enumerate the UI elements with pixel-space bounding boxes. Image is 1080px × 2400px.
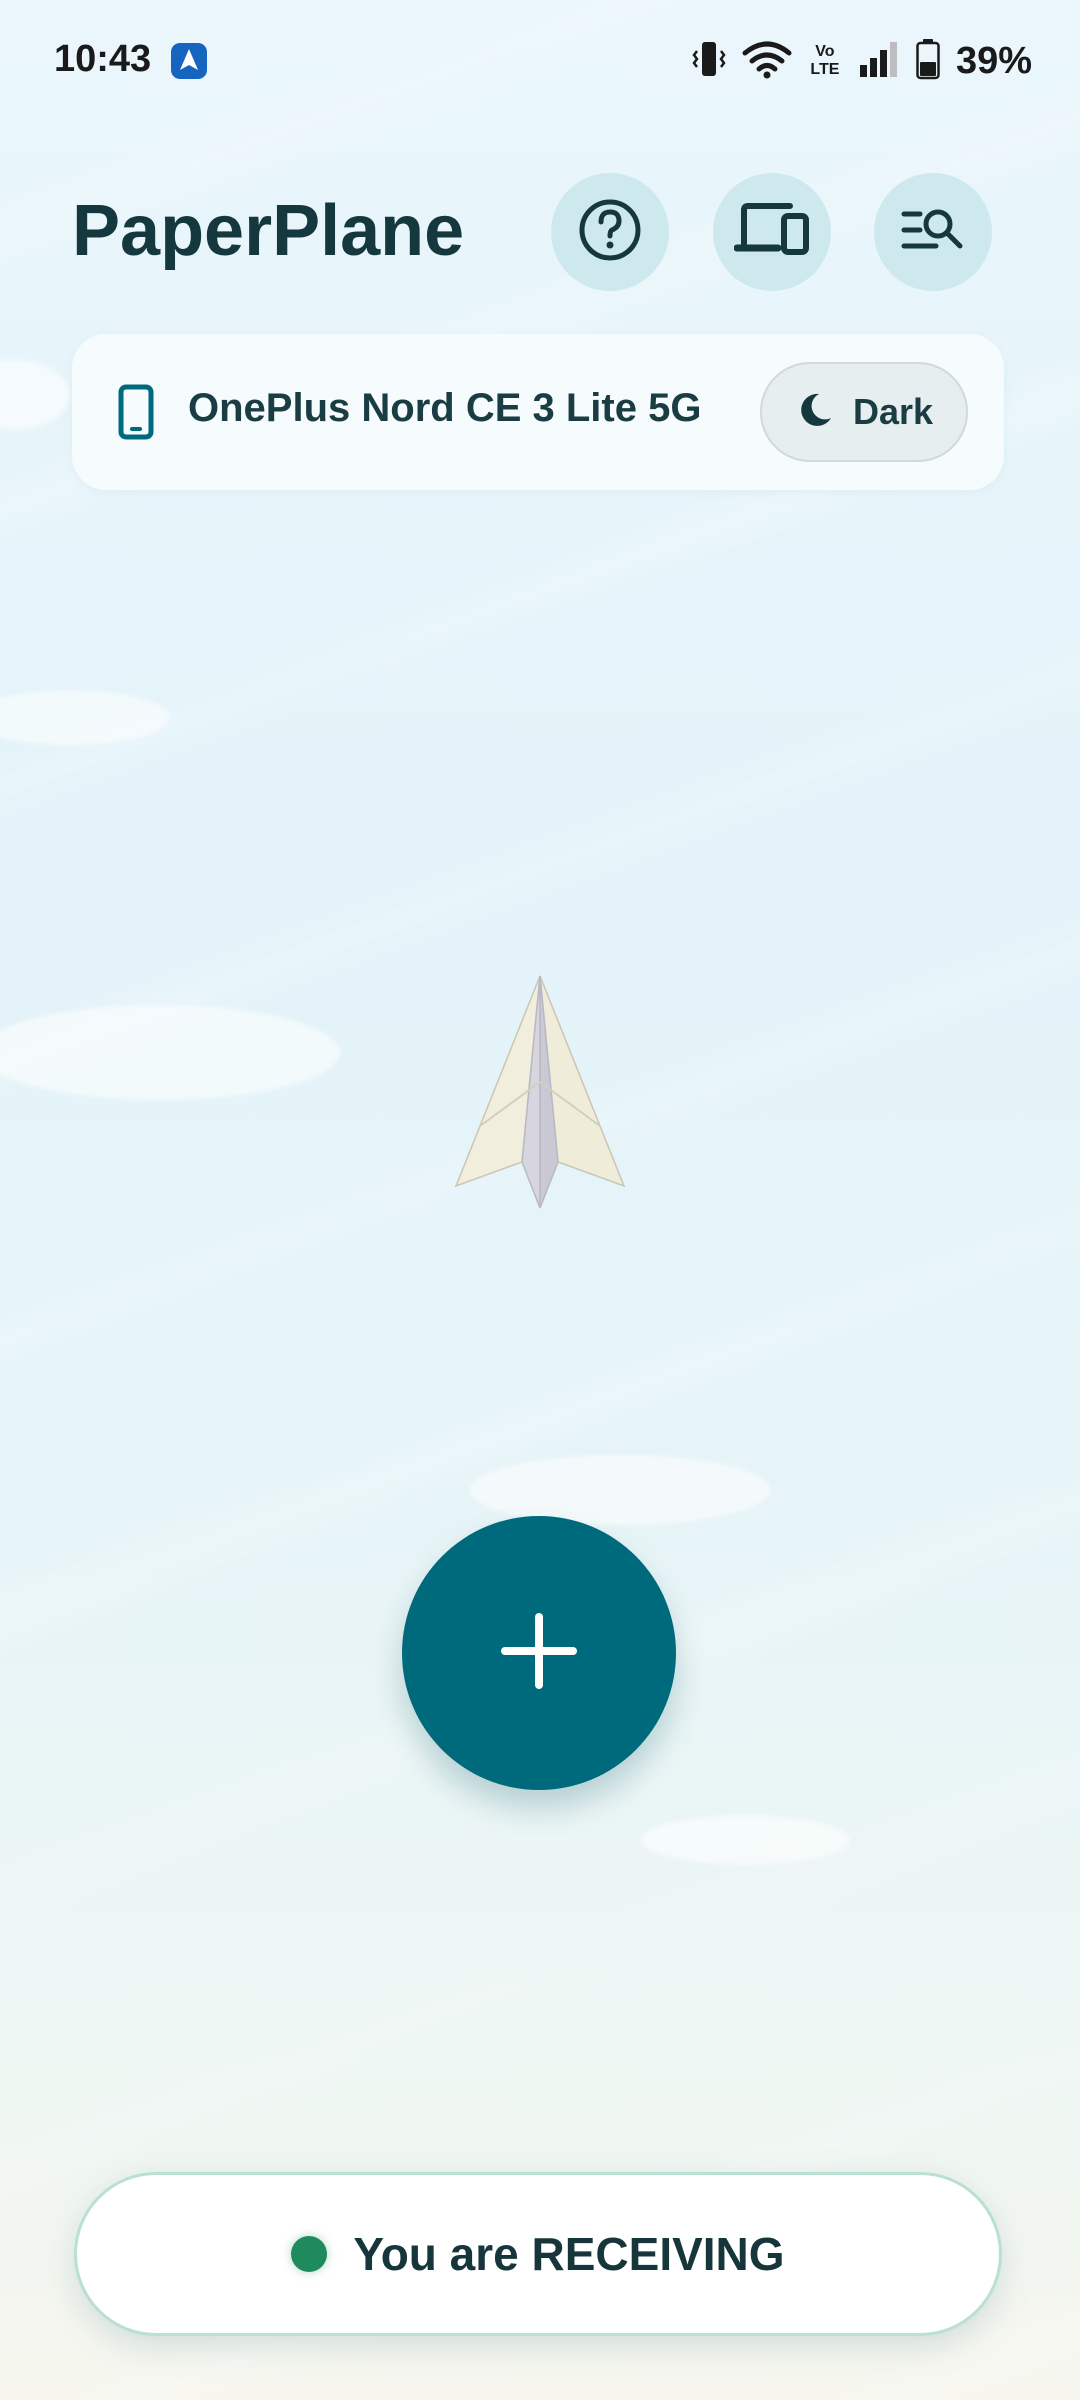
receiving-status-dot [291,2236,328,2272]
devices-icon [733,200,810,264]
cloud [0,690,170,745]
theme-toggle-label: Dark [852,391,934,432]
battery-icon [916,38,940,84]
phone-icon [116,384,156,440]
battery-percent: 39% [955,39,1032,82]
add-button[interactable] [402,1516,676,1790]
paper-plane-illustration [450,972,630,1216]
cloud [0,360,70,430]
vibrate-icon [692,39,726,83]
cloud [640,1815,850,1865]
help-icon [577,197,643,267]
plus-icon [499,1611,579,1695]
status-icons: Vo LTE 39% [692,38,1032,84]
search-list-icon [900,202,966,262]
wifi-icon [742,39,792,83]
receiving-status-text: You are RECEIVING [353,2228,785,2280]
navigation-app-icon [170,42,208,80]
devices-button[interactable] [713,173,831,291]
signal-icon [858,39,900,83]
moon-icon [795,390,835,434]
cloud [0,1005,340,1100]
app-title: PaperPlane [72,191,465,271]
status-time: 10:43 [54,38,152,80]
device-name: OnePlus Nord CE 3 Lite 5G [188,386,702,430]
volte-icon: Vo LTE [810,43,840,78]
cloud [470,1455,770,1525]
status-bar: 10:43 Vo LTE 39% [0,0,1080,120]
help-button[interactable] [551,173,669,291]
search-list-button[interactable] [874,173,992,291]
receiving-status-pill[interactable]: You are RECEIVING [74,2172,1002,2336]
device-card: OnePlus Nord CE 3 Lite 5G Dark [72,334,1004,490]
dark-theme-toggle[interactable]: Dark [760,362,968,462]
